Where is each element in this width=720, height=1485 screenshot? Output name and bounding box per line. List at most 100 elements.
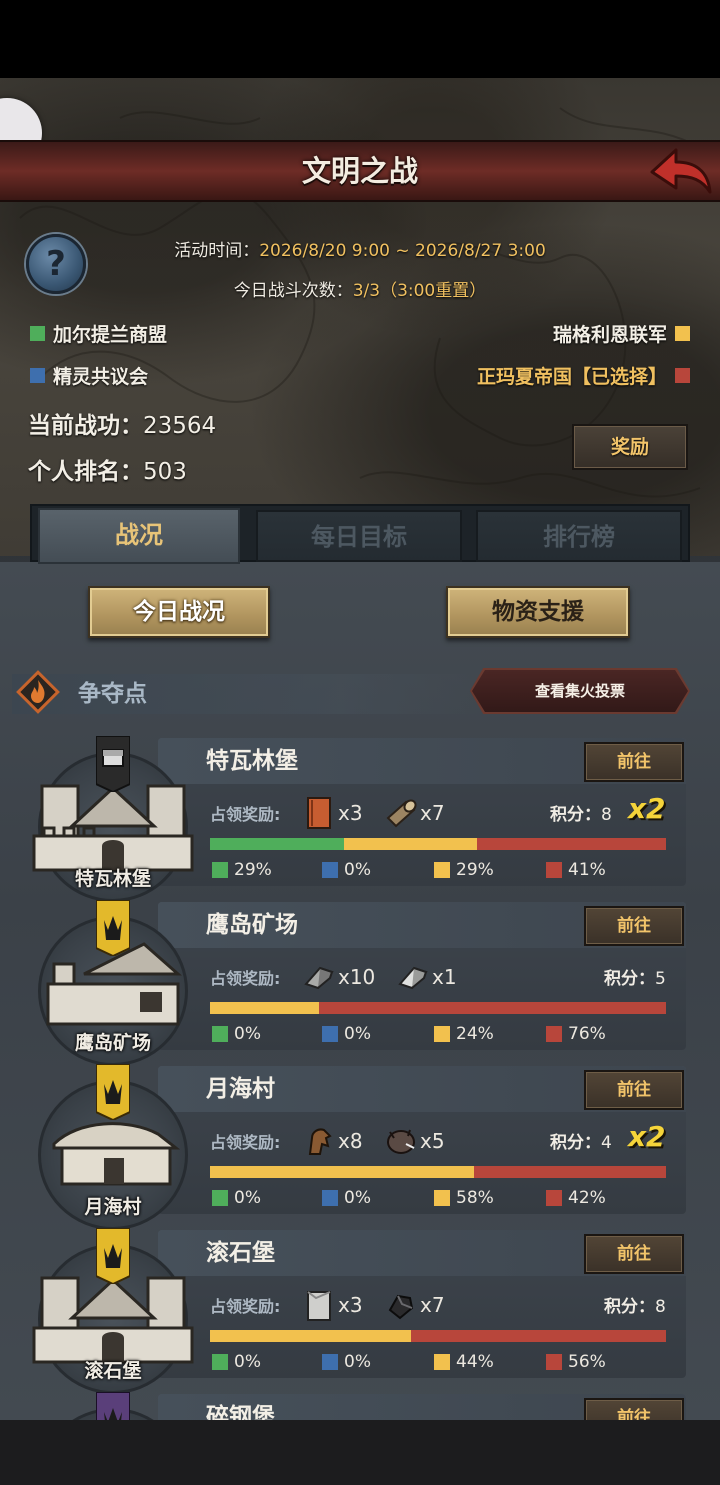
tab-leaderboard[interactable]: 排行榜 [476, 510, 682, 562]
reward-item: x3 [302, 796, 363, 830]
red-share: 76% [546, 1024, 606, 1044]
score: 积分：8 [604, 1294, 666, 1320]
reward-qty: x8 [338, 1129, 363, 1153]
occupation-segment [210, 838, 344, 850]
reward-label: 占领奖励: [210, 1297, 281, 1316]
today-status-button[interactable]: 今日战况 [88, 586, 270, 638]
occupation-segment [210, 1330, 411, 1342]
share-value: 42% [568, 1188, 606, 1208]
castle-medallion [30, 1392, 196, 1420]
faction-name: 正玛夏帝国【已选择】 [476, 366, 667, 388]
capture-point-card: 特瓦林堡 特瓦林堡 前往 占领奖励: x3 x7 积分：8 x2 29% 0% [0, 736, 720, 902]
village-house-icon [52, 1122, 180, 1186]
goto-button[interactable]: 前往 [584, 906, 684, 946]
score-label: 积分： [550, 805, 601, 825]
card-title: 鹰岛矿场 [206, 912, 298, 938]
score-value: 5 [655, 969, 666, 989]
share-value: 0% [344, 1024, 371, 1044]
stone-block-icon [307, 1291, 331, 1321]
share-swatch [546, 1026, 562, 1042]
score-label: 积分： [604, 1297, 655, 1317]
share-value: 29% [234, 860, 272, 880]
supply-support-button[interactable]: 物资支援 [446, 586, 630, 638]
share-swatch [212, 1354, 228, 1370]
green-share: 0% [212, 1188, 261, 1208]
village-name: 月海村 [84, 1196, 142, 1218]
score-value: 4 [601, 1133, 612, 1153]
reward-qty: x3 [338, 1293, 363, 1317]
share-swatch [546, 1354, 562, 1370]
green-share: 0% [212, 1024, 261, 1044]
tab-battle-status[interactable]: 战况 [38, 508, 240, 564]
yellow-share: 29% [434, 860, 494, 880]
merit-label: 当前战功： [28, 413, 143, 439]
share-value: 76% [568, 1024, 606, 1044]
green-share: 29% [212, 860, 272, 880]
blue-share: 0% [322, 1188, 371, 1208]
occupation-percentages: 0% 0% 24% 76% [210, 1024, 680, 1046]
battle-count-label: 今日战斗次数： [233, 281, 353, 301]
castle-medallion: 特瓦林堡 [30, 736, 196, 902]
share-swatch [546, 1190, 562, 1206]
faction-legend-yellow: 瑞格利恩联军 [553, 320, 690, 347]
occupation-segment [319, 1002, 666, 1014]
occupation-percentages: 0% 0% 58% 42% [210, 1188, 680, 1210]
flame-icon [16, 670, 60, 714]
red-share: 56% [546, 1352, 606, 1372]
share-value: 0% [234, 1188, 261, 1208]
crown-banner-icon [96, 1064, 130, 1120]
occupation-segment [210, 1166, 475, 1178]
share-swatch [434, 1026, 450, 1042]
current-merit: 当前战功：23564 [28, 406, 216, 440]
occupation-segment [474, 1166, 666, 1178]
boar-icon [387, 1129, 415, 1154]
score: 积分：8 [550, 802, 612, 828]
blue-share: 0% [322, 1352, 371, 1372]
crown-banner-icon [96, 900, 130, 956]
share-value: 56% [568, 1352, 606, 1372]
castle-medallion: 滚石堡 [30, 1228, 196, 1394]
faction-legend-green: 加尔提兰商盟 [30, 320, 167, 347]
green-share: 0% [212, 1352, 261, 1372]
occupation-percentages: 0% 0% 44% 56% [210, 1352, 680, 1374]
goto-button[interactable]: 前往 [584, 1234, 684, 1274]
personal-rank: 个人排名：503 [28, 452, 187, 486]
share-swatch [322, 1354, 338, 1370]
capture-point-card: 碎钢堡 前往 [0, 1392, 720, 1420]
castle-name: 滚石堡 [84, 1360, 142, 1382]
faction-swatch [30, 368, 45, 383]
card-title: 碎钢堡 [206, 1404, 275, 1420]
view-vote-button[interactable]: 查看集火投票 [472, 670, 688, 712]
yellow-share: 24% [434, 1024, 494, 1044]
reward-label: 占领奖励: [210, 969, 281, 988]
castle-name: 特瓦林堡 [74, 868, 151, 890]
share-value: 41% [568, 860, 606, 880]
rank-value: 503 [143, 459, 187, 485]
event-time-value: 2026/8/20 9:00 ~ 2026/8/27 3:00 [259, 241, 546, 261]
share-value: 0% [344, 1352, 371, 1372]
reward-button[interactable]: 奖励 [572, 424, 688, 470]
share-value: 44% [456, 1352, 494, 1372]
capture-point-card: 月海村 月海村 前往 占领奖励: x8 x5 积分：4 x2 0% 0% 58%… [0, 1064, 720, 1230]
share-value: 29% [456, 860, 494, 880]
section-title: 争夺点 [78, 681, 147, 707]
back-arrow-icon[interactable] [646, 142, 712, 198]
occupation-segment [210, 1002, 320, 1014]
faction-swatch [30, 326, 45, 341]
goto-button[interactable]: 前往 [584, 1398, 684, 1420]
goto-button[interactable]: 前往 [584, 742, 684, 782]
tab-daily-goals[interactable]: 每日目标 [256, 510, 462, 562]
goto-button[interactable]: 前往 [584, 1070, 684, 1110]
reward-item: x7 [384, 1288, 445, 1322]
occupation-bar [210, 1166, 666, 1178]
yellow-share: 58% [434, 1188, 494, 1208]
crown-banner-icon [96, 1228, 130, 1284]
score: 积分：4 [550, 1130, 612, 1156]
share-value: 0% [344, 860, 371, 880]
horse-icon [308, 1128, 332, 1155]
share-value: 0% [234, 1352, 261, 1372]
score-label: 积分： [604, 969, 655, 989]
reward-qty: x7 [420, 1293, 445, 1317]
reward-qty: x5 [420, 1129, 445, 1153]
score-value: 8 [655, 1297, 666, 1317]
